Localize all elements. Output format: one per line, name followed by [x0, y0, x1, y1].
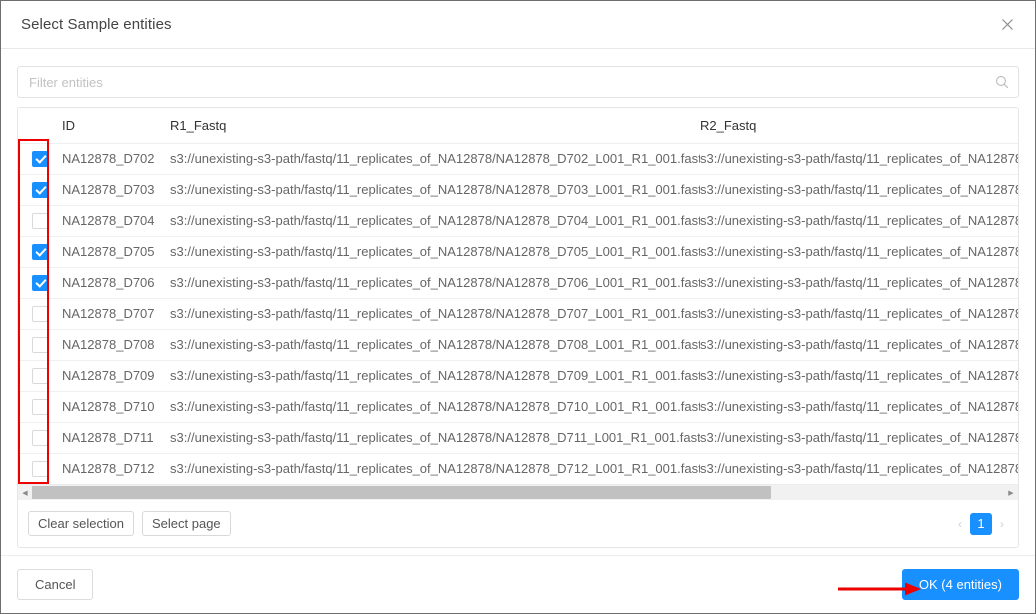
filter-entities-input[interactable] [17, 66, 1019, 98]
cell-r2-fastq: s3://unexisting-s3-path/fastq/11_replica… [700, 205, 1018, 237]
row-checkbox-cell[interactable] [18, 453, 62, 484]
cell-r1-fastq: s3://unexisting-s3-path/fastq/11_replica… [170, 360, 700, 392]
entities-table-panel: ID R1_Fastq R2_Fastq NA12878_D702 s3://un… [17, 107, 1019, 548]
row-checkbox-checked[interactable] [32, 150, 48, 167]
filter-field [17, 66, 1019, 98]
cell-id: NA12878_D705 [62, 236, 170, 268]
cell-id: NA12878_D704 [62, 205, 170, 237]
row-checkbox-cell[interactable] [18, 329, 62, 361]
cell-r1-fastq: s3://unexisting-s3-path/fastq/11_replica… [170, 236, 700, 268]
cell-r1-fastq: s3://unexisting-s3-path/fastq/11_replica… [170, 461, 700, 477]
table-row[interactable]: NA12878_D703 s3://unexisting-s3-path/fast… [18, 174, 1018, 206]
table-row[interactable]: NA12878_D710 s3://unexisting-s3-path/fast… [18, 391, 1018, 423]
row-checkbox-cell[interactable] [18, 267, 62, 299]
dialog-title: Select Sample entities [21, 16, 172, 33]
cell-r1-fastq: s3://unexisting-s3-path/fastq/11_replica… [170, 298, 700, 330]
column-header-r1-fastq: R1_Fastq [170, 108, 700, 144]
row-checkbox-cell[interactable] [18, 422, 62, 454]
cell-id: NA12878_D707 [62, 298, 170, 330]
scroll-right-icon[interactable]: ▶ [1004, 485, 1018, 501]
row-checkbox-unchecked[interactable] [32, 398, 48, 415]
scroll-left-icon[interactable]: ◀ [18, 485, 32, 501]
pagination-next-icon[interactable]: › [1000, 517, 1004, 531]
cell-id: NA12878_D708 [62, 329, 170, 361]
cell-r2-fastq: s3://unexisting-s3-path/fastq/11_replica… [700, 329, 1018, 361]
cell-id: NA12878_D711 [62, 422, 170, 454]
ok-button[interactable]: OK (4 entities) [901, 569, 1019, 600]
row-checkbox-checked[interactable] [32, 243, 48, 260]
column-header-id: ID [62, 108, 170, 144]
select-page-button[interactable]: Select page [142, 511, 231, 536]
row-checkbox-unchecked[interactable] [32, 367, 48, 384]
row-checkbox-checked[interactable] [32, 181, 48, 198]
cell-r2-fastq: s3://unexisting-s3-path/fastq/11_replica… [700, 174, 1018, 206]
cell-r2-fastq: s3://unexisting-s3-path/fastq/11_replica… [700, 360, 1018, 392]
cell-id: NA12878_D702 [62, 143, 170, 175]
table-scroll-viewport: ID R1_Fastq R2_Fastq NA12878_D702 s3://un… [18, 108, 1018, 484]
table-row[interactable]: NA12878_D705 s3://unexisting-s3-path/fast… [18, 236, 1018, 268]
table-row[interactable]: NA12878_D707 s3://unexisting-s3-path/fast… [18, 298, 1018, 330]
cell-r2-fastq: s3://unexisting-s3-path/fastq/11_replica… [700, 461, 1018, 477]
horizontal-scrollbar[interactable]: ◀ ▶ [18, 484, 1018, 500]
cell-r2-fastq: s3://unexisting-s3-path/fastq/11_replica… [700, 391, 1018, 423]
row-checkbox-cell[interactable] [18, 236, 62, 268]
cell-r1-fastq: s3://unexisting-s3-path/fastq/11_replica… [170, 174, 700, 206]
dialog-body: ID R1_Fastq R2_Fastq NA12878_D702s3://un… [1, 49, 1035, 555]
row-checkbox-unchecked[interactable] [32, 336, 48, 353]
row-checkbox-cell[interactable] [18, 360, 62, 392]
entities-table: ID R1_Fastq R2_Fastq NA12878_D702 s3://un… [18, 108, 1018, 484]
column-header-select [18, 108, 62, 144]
cell-id: NA12878_D712 [62, 461, 155, 477]
select-entities-dialog: Select Sample entities Filter entities I… [0, 0, 1036, 614]
cell-id: NA12878_D710 [62, 391, 170, 423]
table-row[interactable]: NA12878_D708 s3://unexisting-s3-path/fast… [18, 329, 1018, 361]
table-row[interactable]: NA12878_D706 s3://unexisting-s3-path/fast… [18, 267, 1018, 299]
table-header-row: ID R1_Fastq R2_Fastq [18, 108, 1018, 144]
table-row[interactable]: NA12878_D712 s3://unexisting-s3-path/fast… [18, 453, 1018, 484]
cell-r2-fastq: s3://unexisting-s3-path/fastq/11_replica… [700, 298, 1018, 330]
scrollbar-track[interactable] [32, 485, 1004, 501]
pagination-prev-icon[interactable]: ‹ [958, 517, 962, 531]
row-checkbox-checked[interactable] [32, 274, 48, 291]
table-row[interactable]: NA12878_D709 s3://unexisting-s3-path/fast… [18, 360, 1018, 392]
cell-r1-fastq: s3://unexisting-s3-path/fastq/11_replica… [170, 329, 700, 361]
clear-selection-button[interactable]: Clear selection [28, 511, 134, 536]
cell-r1-fastq: s3://unexisting-s3-path/fastq/11_replica… [170, 143, 700, 175]
cell-r1-fastq: s3://unexisting-s3-path/fastq/11_replica… [170, 267, 700, 299]
table-row[interactable]: NA12878_D711 s3://unexisting-s3-path/fast… [18, 422, 1018, 454]
cell-r2-fastq: s3://unexisting-s3-path/fastq/11_replica… [700, 267, 1018, 299]
column-header-r2-fastq: R2_Fastq [700, 108, 1018, 144]
row-checkbox-unchecked[interactable] [32, 429, 48, 446]
cell-r2-fastq: s3://unexisting-s3-path/fastq/11_replica… [700, 143, 1018, 175]
table-row[interactable]: NA12878_D702 s3://unexisting-s3-path/fast… [18, 143, 1018, 175]
row-checkbox-cell[interactable] [18, 298, 62, 330]
cell-id: NA12878_D706 [62, 267, 170, 299]
row-checkbox-unchecked[interactable] [32, 461, 48, 478]
cell-r1-fastq: s3://unexisting-s3-path/fastq/11_replica… [170, 422, 700, 454]
cell-r2-fastq: s3://unexisting-s3-path/fastq/11_replica… [700, 422, 1018, 454]
row-checkbox-cell[interactable] [18, 174, 62, 206]
row-checkbox-cell[interactable] [18, 205, 62, 237]
table-row[interactable]: NA12878_D704 s3://unexisting-s3-path/fast… [18, 205, 1018, 237]
cell-r1-fastq: s3://unexisting-s3-path/fastq/11_replica… [170, 391, 700, 423]
row-checkbox-unchecked[interactable] [32, 212, 48, 229]
row-checkbox-cell[interactable] [18, 391, 62, 423]
dialog-footer: Cancel OK (4 entities) [1, 555, 1035, 613]
table-body: NA12878_D702 s3://unexisting-s3-path/fast… [18, 143, 1018, 484]
cell-r2-fastq: s3://unexisting-s3-path/fastq/11_replica… [700, 236, 1018, 268]
cell-r1-fastq: s3://unexisting-s3-path/fastq/11_replica… [170, 205, 700, 237]
pagination-page-1[interactable]: 1 [970, 512, 992, 535]
cell-id: NA12878_D709 [62, 360, 170, 392]
row-checkbox-unchecked[interactable] [32, 305, 48, 322]
table-tools-bar: Clear selection Select page ‹ 1 › [18, 500, 1018, 547]
cell-id: NA12878_D703 [62, 174, 170, 206]
close-icon[interactable] [995, 13, 1019, 37]
pagination: ‹ 1 › [958, 512, 1008, 535]
row-checkbox-cell[interactable] [18, 143, 62, 175]
cancel-button[interactable]: Cancel [17, 569, 94, 600]
dialog-header: Select Sample entities [1, 1, 1035, 49]
scrollbar-thumb[interactable] [32, 485, 771, 499]
